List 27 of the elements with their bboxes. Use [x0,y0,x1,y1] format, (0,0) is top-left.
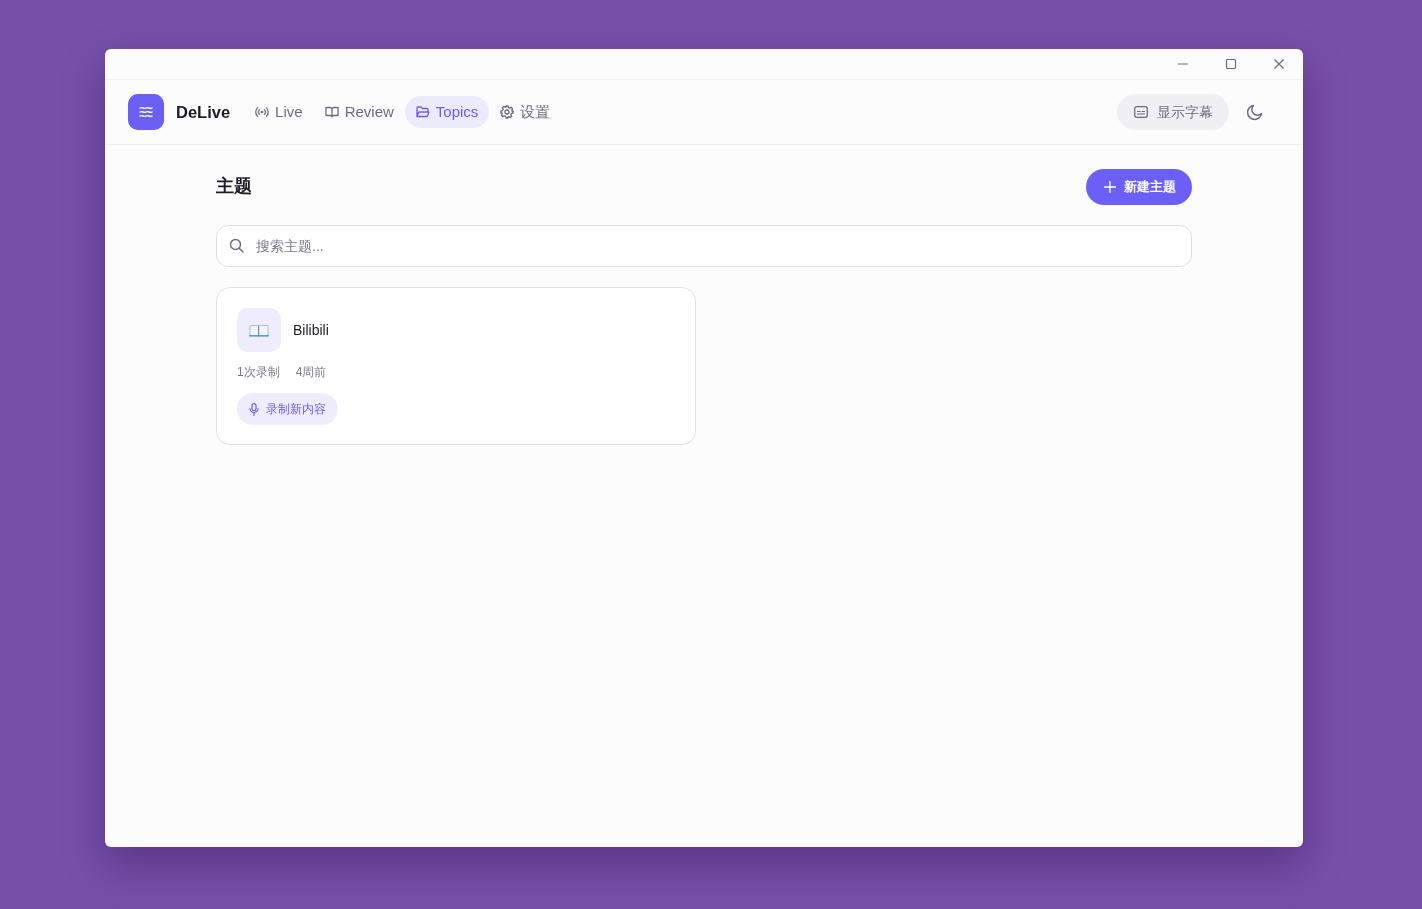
open-book-icon [237,308,281,352]
folder-icon [415,105,430,119]
page-title: 主题 [216,176,252,198]
close-icon [1273,58,1285,70]
microphone-icon [249,402,259,416]
broadcast-icon [255,105,270,119]
search-icon [229,238,244,253]
nav-tab[interactable]: 设置 [489,96,562,128]
nav-tab[interactable]: Topics [404,96,490,128]
gear-icon [500,105,515,119]
app-name: DeLive [176,101,231,123]
subtitles-button[interactable]: 显示字幕 [1117,94,1229,130]
topic-card[interactable]: Bilibili 1次录制 4周前 录制新内容 [216,287,696,445]
updated-time: 4周前 [295,364,327,381]
book-icon [324,105,339,119]
new-topic-button[interactable]: 新建主题 [1086,169,1192,205]
maximize-icon [1225,58,1237,70]
search-field[interactable]: 搜索主题... [216,225,1192,267]
waves-logo-icon [128,94,164,130]
topic-name: Bilibili [293,320,329,340]
moon-icon [1246,103,1264,121]
nav-tab[interactable]: Live [244,96,314,128]
recording-count: 1次录制 [237,364,280,381]
nav-tab[interactable]: Review [313,96,405,128]
record-new-button[interactable]: 录制新内容 [237,393,338,425]
captions-icon [1134,106,1148,118]
plus-icon [1104,181,1116,193]
